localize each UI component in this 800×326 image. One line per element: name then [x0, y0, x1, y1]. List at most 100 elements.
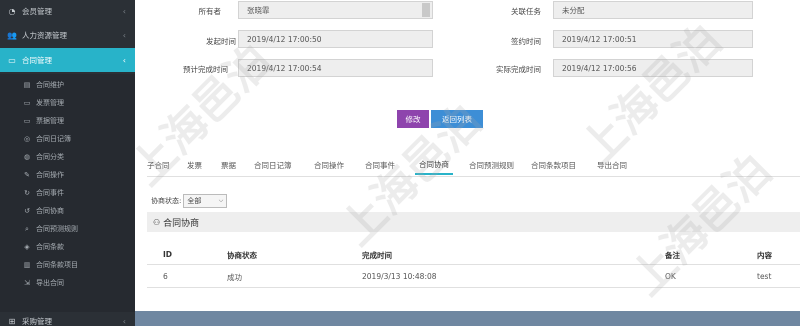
actual-time-value: 2019/4/12 17:00:56: [562, 63, 637, 73]
panel-title: 合同协商: [163, 218, 200, 229]
submenu-item[interactable]: ⇲ 导出合同: [0, 274, 135, 292]
sidebar: ◔ 会员管理 ‹ 👥 人力资源管理 ‹ ▭ 合同管理 ‹ ▤ 合同维护 ▭ 发票管理…: [0, 0, 135, 326]
actual-time-label: 实际完成时间: [496, 65, 541, 74]
expected-time-field[interactable]: 2019/4/12 17:00:54: [238, 59, 433, 77]
tab-event[interactable]: 合同事件: [365, 155, 395, 175]
receipt-icon: ▭: [23, 117, 31, 125]
status-filter-label: 协商状态:: [151, 197, 182, 205]
file-icon: ▤: [23, 81, 31, 89]
gauge-icon: ◔: [8, 6, 16, 16]
tab-divider: [147, 176, 800, 177]
submenu-label: 导出合同: [36, 279, 64, 287]
edit-icon: ✎: [24, 171, 30, 179]
chevron-left-icon: ‹: [122, 30, 126, 40]
tab-sub-contract[interactable]: 子合同: [147, 155, 170, 175]
tab-export[interactable]: 导出合同: [597, 155, 627, 175]
submenu-item[interactable]: ↺ 合同协商: [0, 202, 135, 220]
sign-time-field[interactable]: 2019/4/12 17:00:51: [553, 30, 753, 48]
list-icon: ▥: [23, 261, 31, 269]
cell-remark: OK: [665, 272, 676, 281]
edit-button[interactable]: 修改: [397, 110, 429, 128]
search-icon: ⌕: [25, 224, 29, 233]
contract-submenu: ▤ 合同维护 ▭ 发票管理 ▭ 票据管理 ◎ 合同日记簿 ◍ 合同分类 ✎ 合同操作 ↻ 合同…: [0, 74, 135, 312]
submenu-label: 合同预测规则: [36, 225, 78, 233]
status-filter: 协商状态: 全部 ⌵: [151, 194, 228, 208]
cell-content: test: [757, 272, 772, 281]
submenu-label: 合同协商: [36, 207, 64, 215]
submenu-item[interactable]: ◍ 合同分类: [0, 148, 135, 166]
submenu-item[interactable]: ▤ 合同维护: [0, 76, 135, 94]
sidebar-item-label: 会员管理: [22, 6, 52, 16]
submenu-item[interactable]: ↻ 合同事件: [0, 184, 135, 202]
start-time-field[interactable]: 2019/4/12 17:00:50: [238, 30, 433, 48]
sign-time-label: 签约时间: [511, 37, 541, 46]
column-header-status: 协商状态: [227, 251, 257, 260]
negotiation-panel-heading: ⚇ 合同协商: [147, 212, 800, 232]
owner-label: 所有者: [198, 7, 222, 16]
cell-id: 6: [163, 272, 168, 281]
tab-clause-item[interactable]: 合同条款项目: [531, 155, 576, 175]
task-value: 未分配: [562, 5, 585, 15]
cell-finish-time: 2019/3/13 10:48:08: [362, 272, 437, 281]
tab-forecast-rule[interactable]: 合同预测规则: [469, 155, 514, 175]
tab-journal[interactable]: 合同日记簿: [254, 155, 292, 175]
task-field[interactable]: 未分配: [553, 1, 753, 19]
column-header-finish-time: 完成时间: [362, 251, 392, 260]
submenu-label: 合同条款项目: [36, 261, 78, 269]
start-time-value: 2019/4/12 17:00:50: [247, 34, 322, 44]
status-filter-select[interactable]: 全部 ⌵: [183, 194, 228, 208]
category-icon: ◍: [23, 153, 31, 161]
users-icon: 👥: [7, 30, 17, 40]
sidebar-item-hr[interactable]: 👥 人力资源管理 ‹: [0, 24, 135, 46]
submenu-label: 合同维护: [36, 81, 64, 89]
status-filter-value: 全部: [187, 197, 202, 205]
sign-time-value: 2019/4/12 17:00:51: [562, 34, 637, 44]
submenu-item[interactable]: ▭ 发票管理: [0, 94, 135, 112]
submenu-item[interactable]: ◎ 合同日记簿: [0, 130, 135, 148]
column-header-id: ID: [163, 250, 173, 259]
sidebar-item-contract[interactable]: ▭ 合同管理 ‹: [0, 48, 135, 72]
negotiate-icon: ↺: [24, 207, 30, 215]
submenu-label: 合同操作: [36, 171, 64, 179]
tab-bar: 子合同 发票 票据 合同日记簿 合同操作 合同事件 合同协商 合同预测规则 合同…: [147, 155, 797, 175]
chevron-down-icon: ⌵: [218, 197, 224, 204]
submenu-item[interactable]: ▥ 合同条款项目: [0, 256, 135, 274]
task-label: 关联任务: [511, 7, 541, 16]
tab-receipt[interactable]: 票据: [221, 155, 236, 175]
tab-invoice[interactable]: 发票: [187, 155, 202, 175]
submenu-item[interactable]: ◈ 合同条款: [0, 238, 135, 256]
back-to-list-button[interactable]: 返回列表: [431, 110, 483, 128]
expected-time-value: 2019/4/12 17:00:54: [247, 63, 322, 73]
scrollbar[interactable]: [422, 3, 430, 17]
column-header-remark: 备注: [665, 251, 680, 260]
submenu-label: 合同分类: [36, 153, 64, 161]
submenu-label: 合同条款: [36, 243, 64, 251]
event-icon: ↻: [24, 189, 30, 197]
submenu-item[interactable]: ▭ 票据管理: [0, 112, 135, 130]
owner-field[interactable]: 张晓霏: [238, 1, 433, 19]
submenu-label: 发票管理: [36, 99, 64, 107]
export-icon: ⇲: [24, 279, 30, 287]
journal-icon: ◎: [23, 135, 31, 143]
sidebar-item-label: 人力资源管理: [22, 30, 67, 40]
tab-negotiation[interactable]: 合同协商: [415, 155, 453, 175]
sidebar-item-member[interactable]: ◔ 会员管理 ‹: [0, 0, 135, 22]
submenu-item[interactable]: ⌕ 合同预测规则: [0, 220, 135, 238]
table-row-divider: [147, 287, 800, 288]
clause-icon: ◈: [24, 243, 30, 251]
submenu-label: 票据管理: [36, 117, 64, 125]
submenu-label: 合同日记簿: [36, 135, 71, 143]
sidebar-item-purchase[interactable]: ⊞ 采购管理 ‹: [0, 314, 135, 326]
user-icon: ⚇: [153, 217, 161, 227]
chevron-down-icon: ‹: [122, 55, 126, 65]
owner-value: 张晓霏: [247, 5, 270, 15]
main-content: 所有者 张晓霏 关联任务 未分配 发起时间 2019/4/12 17:00:50…: [135, 0, 800, 326]
start-time-label: 发起时间: [206, 37, 236, 46]
actual-time-field[interactable]: 2019/4/12 17:00:56: [553, 59, 753, 77]
sidebar-item-label: 采购管理: [22, 316, 52, 326]
chevron-left-icon: ‹: [122, 6, 126, 16]
submenu-item[interactable]: ✎ 合同操作: [0, 166, 135, 184]
tab-operation[interactable]: 合同操作: [314, 155, 344, 175]
cell-status: 成功: [227, 273, 242, 282]
chevron-left-icon: ‹: [122, 316, 126, 326]
